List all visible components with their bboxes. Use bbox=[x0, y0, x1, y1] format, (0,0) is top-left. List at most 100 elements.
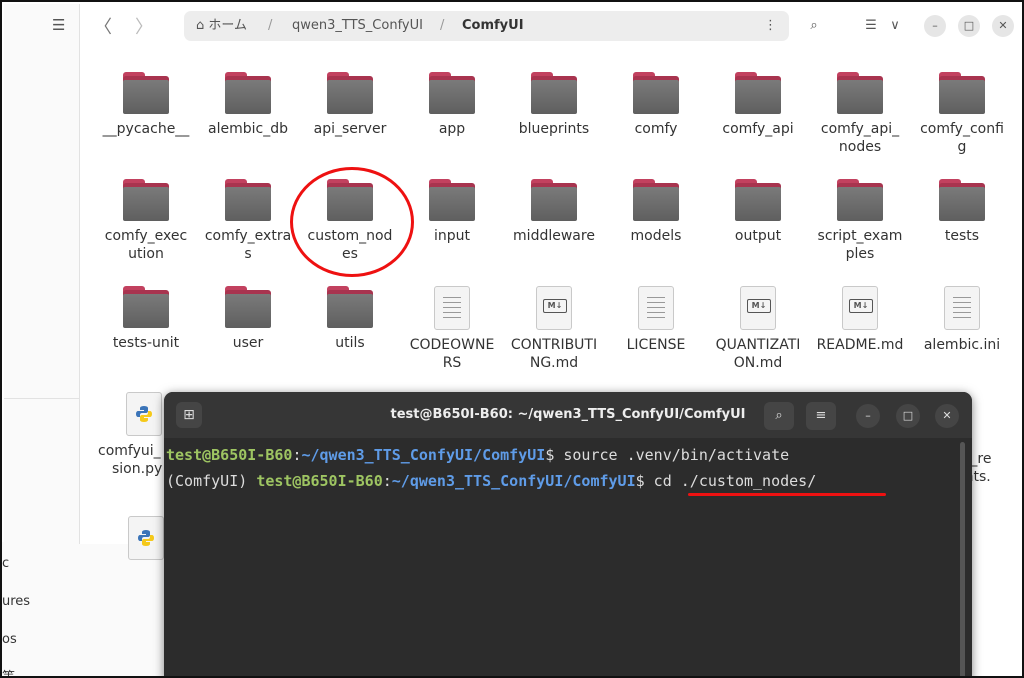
file-label: alembic_db bbox=[208, 121, 288, 137]
file-label: output bbox=[734, 228, 782, 244]
file-item[interactable]: M↓ QUANTIZATI ON.md bbox=[710, 286, 806, 372]
file-label: user bbox=[232, 335, 264, 351]
close-button[interactable]: ✕ bbox=[935, 404, 959, 428]
file-label: blueprints bbox=[518, 121, 590, 137]
file-label: README.md bbox=[816, 337, 904, 353]
background-text: os bbox=[2, 632, 17, 647]
minimize-button[interactable]: – bbox=[924, 15, 946, 37]
background-text: c bbox=[2, 556, 10, 571]
file-item[interactable]: output bbox=[710, 179, 806, 245]
file-item[interactable]: __pycache__ bbox=[98, 72, 194, 138]
minimize-button[interactable]: – bbox=[856, 404, 880, 428]
background-text: 等 bbox=[2, 670, 16, 678]
prompt-colon: : bbox=[382, 472, 392, 490]
file-item-partial[interactable] bbox=[128, 516, 168, 560]
file-item[interactable]: models bbox=[608, 179, 704, 245]
folder-icon bbox=[225, 72, 271, 114]
path-segment-current[interactable]: ComfyUI bbox=[462, 11, 524, 41]
file-item[interactable]: comfy_api_ nodes bbox=[812, 72, 908, 156]
file-item[interactable]: alembic.ini bbox=[914, 286, 1010, 354]
folder-icon bbox=[123, 286, 169, 328]
file-item[interactable]: middleware bbox=[506, 179, 602, 245]
file-item[interactable]: script_exam ples bbox=[812, 179, 908, 263]
file-label: app bbox=[438, 121, 466, 137]
file-label: script_exam ples bbox=[817, 228, 903, 262]
folder-icon bbox=[225, 179, 271, 221]
path-separator: / bbox=[440, 18, 445, 33]
folder-icon bbox=[225, 286, 271, 328]
search-icon[interactable]: ⌕ bbox=[802, 12, 826, 40]
file-label: api_server bbox=[313, 121, 387, 137]
file-item[interactable]: api_server bbox=[302, 72, 398, 138]
path-segment-parent[interactable]: qwen3_TTS_ConfyUI bbox=[292, 11, 423, 41]
file-item[interactable]: CODEOWNE RS bbox=[404, 286, 500, 372]
prompt-command: $ cd ./custom_nodes/ bbox=[635, 472, 817, 490]
file-label: QUANTIZATI ON.md bbox=[715, 337, 801, 371]
path-separator: / bbox=[268, 18, 273, 33]
file-label: tests bbox=[944, 228, 980, 244]
path-home[interactable]: ⌂ ホーム bbox=[196, 11, 247, 41]
file-label: CODEOWNE RS bbox=[409, 337, 495, 371]
terminal-output[interactable]: test@B650I-B60:~/qwen3_TTS_ConfyUI/Comfy… bbox=[166, 442, 816, 494]
sidebar-menu-icon[interactable]: ☰ bbox=[52, 16, 65, 34]
file-item[interactable]: M↓ CONTRIBUTI NG.md bbox=[506, 286, 602, 372]
file-item[interactable]: utils bbox=[302, 286, 398, 352]
terminal-line: (ComfyUI) test@B650I-B60:~/qwen3_TTS_Con… bbox=[166, 468, 816, 494]
folder-icon bbox=[429, 72, 475, 114]
markdown-file-icon: M↓ bbox=[536, 286, 572, 330]
file-item[interactable]: user bbox=[200, 286, 296, 352]
prompt-path: ~/qwen3_TTS_ConfyUI/ComfyUI bbox=[301, 446, 546, 464]
path-bar[interactable]: ⌂ ホーム / qwen3_TTS_ConfyUI / ComfyUI ⋮ bbox=[184, 11, 789, 41]
forward-button[interactable]: 〉 bbox=[135, 13, 153, 39]
folder-icon bbox=[939, 72, 985, 114]
folder-icon bbox=[429, 179, 475, 221]
file-label: input bbox=[433, 228, 470, 244]
file-item[interactable]: comfy_extra s bbox=[200, 179, 296, 263]
red-annotation-underline bbox=[688, 493, 886, 496]
file-label: utils bbox=[335, 335, 365, 351]
file-label: middleware bbox=[513, 228, 595, 244]
folder-icon bbox=[735, 72, 781, 114]
file-item[interactable]: tests bbox=[914, 179, 1010, 245]
folder-icon bbox=[939, 179, 985, 221]
file-item[interactable]: LICENSE bbox=[608, 286, 704, 354]
python-file-icon bbox=[128, 516, 164, 560]
file-label: comfy bbox=[634, 121, 678, 137]
prompt-path: ~/qwen3_TTS_ConfyUI/ComfyUI bbox=[391, 472, 636, 490]
chevron-down-icon[interactable]: ∨ bbox=[886, 12, 904, 40]
file-label: tests-unit bbox=[112, 335, 180, 351]
file-item[interactable]: comfy_api bbox=[710, 72, 806, 138]
close-button[interactable]: ✕ bbox=[992, 15, 1014, 37]
menu-icon[interactable]: ≡ bbox=[806, 402, 836, 430]
file-item[interactable]: blueprints bbox=[506, 72, 602, 138]
file-label: comfy_extra s bbox=[204, 228, 292, 262]
list-view-icon[interactable]: ☰ bbox=[861, 12, 881, 40]
file-item[interactable]: alembic_db bbox=[200, 72, 296, 138]
file-label: comfy_confi g bbox=[920, 121, 1004, 155]
new-tab-icon[interactable]: ⊞ bbox=[176, 402, 202, 428]
maximize-button[interactable]: □ bbox=[958, 15, 980, 37]
prompt-user: test@B650I-B60 bbox=[166, 446, 293, 464]
file-item[interactable]: comfy_exec ution bbox=[98, 179, 194, 263]
file-item[interactable]: M↓ README.md bbox=[812, 286, 908, 354]
search-icon[interactable]: ⌕ bbox=[764, 402, 794, 430]
file-label: CONTRIBUTI NG.md bbox=[510, 337, 598, 371]
terminal-scrollbar[interactable] bbox=[960, 442, 965, 676]
background-sidebar: c ures os 等 bbox=[2, 542, 172, 678]
file-item[interactable]: input bbox=[404, 179, 500, 245]
file-item[interactable]: comfy bbox=[608, 72, 704, 138]
file-item[interactable]: app bbox=[404, 72, 500, 138]
file-item[interactable]: tests-unit bbox=[98, 286, 194, 352]
file-label: __pycache__ bbox=[102, 121, 190, 137]
screenshot-frame: c ures os 等 ☰ 〈 〉 ⌂ ホーム / qwen3_TTS_Conf… bbox=[0, 0, 1024, 678]
file-item[interactable]: comfy_confi g bbox=[914, 72, 1010, 156]
terminal-window: test@B650I-B60: ~/qwen3_TTS_ConfyUI/Comf… bbox=[164, 392, 972, 676]
folder-icon bbox=[123, 72, 169, 114]
path-more-icon[interactable]: ⋮ bbox=[764, 11, 777, 41]
back-button[interactable]: 〈 bbox=[94, 13, 112, 39]
folder-icon bbox=[633, 72, 679, 114]
folder-icon bbox=[531, 179, 577, 221]
red-annotation-circle bbox=[290, 167, 414, 277]
folder-icon bbox=[531, 72, 577, 114]
maximize-button[interactable]: □ bbox=[896, 404, 920, 428]
